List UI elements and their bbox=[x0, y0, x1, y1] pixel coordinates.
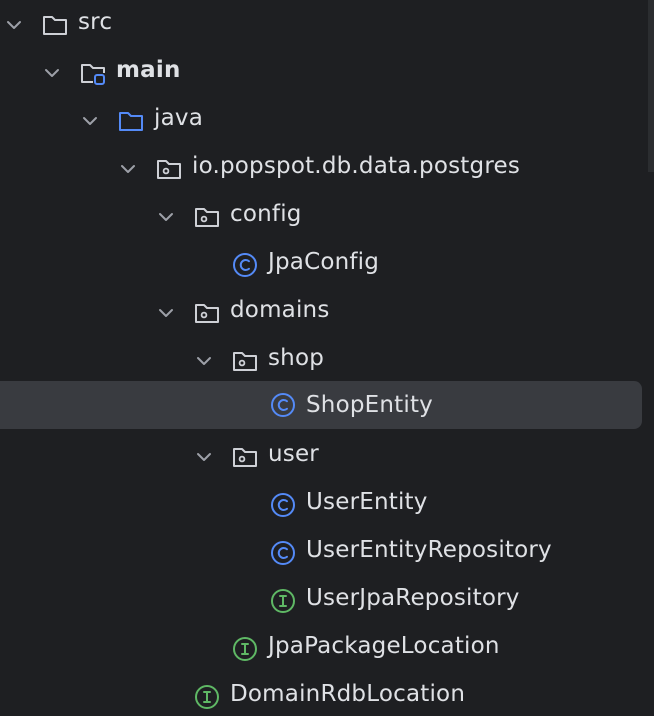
package-icon bbox=[195, 208, 219, 227]
tree-node-label: shop bbox=[268, 345, 325, 371]
package-icon bbox=[233, 448, 257, 467]
tree-node-io-popspot-db-data-postgres[interactable]: io.popspot.db.data.postgres bbox=[0, 144, 642, 192]
tree-node-userjparepository[interactable]: UserJpaRepository bbox=[0, 576, 642, 624]
tree-node-domainrdblocation[interactable]: DomainRdbLocation bbox=[0, 672, 642, 716]
vertical-scrollbar[interactable] bbox=[648, 0, 654, 172]
tree-node-label: ShopEntity bbox=[306, 392, 433, 418]
chevron-down-icon[interactable] bbox=[194, 447, 214, 467]
tree-node-label: config bbox=[230, 201, 302, 227]
chevron-down-icon[interactable] bbox=[156, 303, 176, 323]
tree-node-userentityrepository[interactable]: UserEntityRepository bbox=[0, 528, 642, 576]
tree-node-shop[interactable]: shop bbox=[0, 336, 642, 384]
tree-node-label: java bbox=[154, 105, 203, 131]
tree-node-label: UserJpaRepository bbox=[306, 585, 520, 611]
chevron-down-icon[interactable] bbox=[80, 111, 100, 131]
package-icon bbox=[157, 160, 181, 179]
folder-icon bbox=[43, 16, 67, 35]
tree-node-label: JpaConfig bbox=[268, 249, 380, 275]
chevron-down-icon[interactable] bbox=[4, 15, 24, 35]
chevron-down-icon[interactable] bbox=[194, 351, 214, 371]
interface-icon bbox=[195, 685, 219, 709]
class-icon bbox=[271, 541, 295, 565]
tree-node-java[interactable]: java bbox=[0, 96, 642, 144]
tree-node-label: main bbox=[116, 57, 181, 83]
interface-icon bbox=[271, 589, 295, 613]
tree-node-label: DomainRdbLocation bbox=[230, 681, 466, 707]
tree-node-jpapackagelocation[interactable]: JpaPackageLocation bbox=[0, 624, 642, 672]
chevron-down-icon[interactable] bbox=[42, 63, 62, 83]
tree-node-label: io.popspot.db.data.postgres bbox=[192, 153, 521, 179]
tree-node-label: user bbox=[268, 441, 319, 467]
package-icon bbox=[195, 304, 219, 323]
tree-node-userentity[interactable]: UserEntity bbox=[0, 480, 642, 528]
tree-node-label: domains bbox=[230, 297, 330, 323]
chevron-down-icon[interactable] bbox=[118, 159, 138, 179]
tree-node-jpaconfig[interactable]: JpaConfig bbox=[0, 240, 642, 288]
tree-node-main[interactable]: main bbox=[0, 48, 642, 96]
class-icon bbox=[271, 493, 295, 517]
tree-node-shopentity[interactable]: ShopEntity bbox=[0, 381, 642, 429]
tree-node-label: JpaPackageLocation bbox=[268, 633, 500, 659]
package-icon bbox=[233, 352, 257, 371]
tree-node-domains[interactable]: domains bbox=[0, 288, 642, 336]
tree-node-user[interactable]: user bbox=[0, 432, 642, 480]
class-icon bbox=[233, 253, 257, 277]
class-icon bbox=[271, 393, 295, 417]
source-root-folder-icon bbox=[119, 112, 143, 131]
tree-node-label: UserEntity bbox=[306, 489, 428, 515]
interface-icon bbox=[233, 637, 257, 661]
chevron-down-icon[interactable] bbox=[156, 207, 176, 227]
project-tree: src main java io.popspot.db.data.postgre… bbox=[0, 0, 654, 716]
tree-node-src[interactable]: src bbox=[0, 0, 642, 48]
source-folder-icon bbox=[81, 64, 105, 85]
tree-node-config[interactable]: config bbox=[0, 192, 642, 240]
tree-node-label: src bbox=[78, 9, 113, 35]
tree-node-label: UserEntityRepository bbox=[306, 537, 552, 563]
